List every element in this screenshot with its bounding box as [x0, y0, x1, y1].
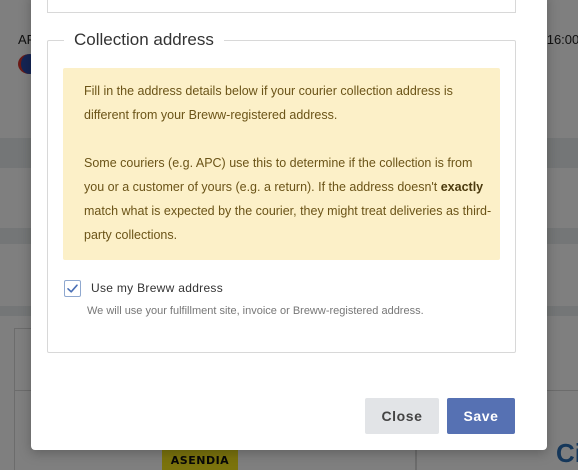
- notice-emphasis: exactly: [440, 180, 484, 194]
- close-button[interactable]: Close: [365, 398, 439, 434]
- collection-address-modal: Collection address Fill in the address d…: [31, 0, 547, 450]
- notice-paragraph: Some couriers (e.g. APC) use this to det…: [84, 151, 494, 247]
- use-breww-address-help: We will use your fulfillment site, invoi…: [87, 305, 424, 317]
- notice-text: Some couriers (e.g. APC) use this to det…: [84, 156, 473, 194]
- collection-address-fieldset: Collection address Fill in the address d…: [47, 29, 516, 353]
- previous-fieldset-edge: [47, 0, 516, 13]
- info-notice: Fill in the address details below if you…: [63, 68, 500, 260]
- notice-paragraph: Fill in the address details below if you…: [84, 84, 453, 122]
- use-breww-address-checkbox[interactable]: [64, 280, 81, 297]
- checkmark-icon: [67, 284, 78, 293]
- use-breww-address-row[interactable]: Use my Breww address: [63, 279, 493, 299]
- save-button[interactable]: Save: [447, 398, 515, 434]
- notice-text: match what is expected by the courier, t…: [84, 204, 492, 242]
- use-breww-address-label[interactable]: Use my Breww address: [91, 281, 223, 295]
- page: AR BY 16:00 ASENDIA Ci Collection addres…: [0, 0, 578, 470]
- fieldset-legend: Collection address: [64, 29, 224, 51]
